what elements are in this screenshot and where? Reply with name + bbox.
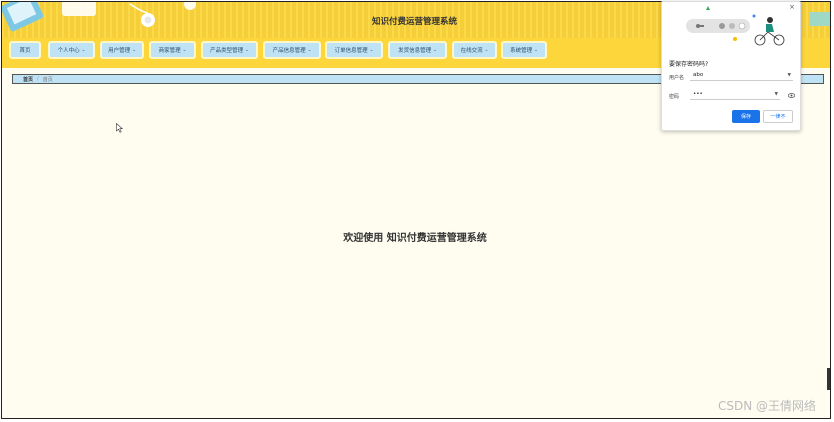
nav-item-merchants[interactable]: 商家管理 ⌄ bbox=[149, 41, 196, 59]
nav-label: 首页 bbox=[19, 48, 31, 54]
breadcrumb-current: 首页 bbox=[42, 76, 53, 83]
nav-item-shipping[interactable]: 发货信息管理 ⌄ bbox=[388, 41, 447, 59]
nav-item-system[interactable]: 系统管理 ⌄ bbox=[501, 41, 547, 59]
show-password-eye-icon[interactable] bbox=[787, 93, 796, 100]
dropdown-arrow-icon[interactable]: ▼ bbox=[788, 73, 791, 78]
nav-label: 商家管理 bbox=[158, 48, 181, 54]
chevron-down-icon: ⌄ bbox=[484, 47, 489, 53]
password-field[interactable]: ••• ▼ bbox=[690, 89, 780, 100]
username-label: 用户名 bbox=[669, 75, 685, 81]
nav-item-users[interactable]: 用户管理 ⌄ bbox=[100, 41, 144, 59]
chevron-down-icon: ⌄ bbox=[534, 47, 538, 53]
chevron-down-icon: ⌄ bbox=[307, 47, 312, 53]
nav-label: 用户管理 bbox=[108, 48, 131, 54]
mouse-pointer-icon bbox=[116, 122, 124, 136]
chevron-down-icon: ⌄ bbox=[245, 47, 249, 53]
watermark: CSDN @王倩网络 bbox=[717, 399, 816, 413]
chevron-down-icon: ⌄ bbox=[132, 47, 136, 53]
dropdown-arrow-icon[interactable]: ▼ bbox=[775, 92, 778, 97]
save-password-dialog: × 要保存密码吗? 用户名 abo ▼ 密码 ••• ▼ 保存 一律不 bbox=[661, 1, 801, 131]
chevron-down-icon: ⌄ bbox=[81, 47, 86, 53]
nav-label: 在线交流 bbox=[460, 48, 483, 54]
nav-item-chat[interactable]: 在线交流 ⌄ bbox=[452, 41, 497, 59]
username-field[interactable]: abo ▼ bbox=[690, 70, 793, 81]
nav-item-product-info[interactable]: 产品信息管理 ⌄ bbox=[263, 41, 321, 59]
nav-label: 产品信息管理 bbox=[272, 48, 306, 54]
nav-label: 产品类型管理 bbox=[210, 48, 244, 54]
nav-item-orders[interactable]: 订单信息管理 ⌄ bbox=[325, 41, 383, 59]
chevron-down-icon: ⌄ bbox=[369, 47, 374, 53]
system-title: 知识付费运营管理系统 bbox=[372, 17, 458, 27]
chevron-down-icon: ⌄ bbox=[433, 47, 437, 53]
nav-label: 系统管理 bbox=[510, 48, 533, 54]
password-value: ••• bbox=[693, 91, 703, 97]
breadcrumb-separator: / bbox=[37, 76, 39, 82]
nav-label: 个人中心 bbox=[57, 48, 80, 54]
username-value: abo bbox=[693, 72, 704, 78]
nav-item-profile[interactable]: 个人中心 ⌄ bbox=[48, 41, 95, 59]
dialog-title: 要保存密码吗? bbox=[669, 61, 709, 68]
desk-decoration-illustration bbox=[2, 2, 196, 32]
welcome-message: 欢迎使用 知识付费运营管理系统 bbox=[343, 233, 487, 244]
save-button[interactable]: 保存 bbox=[732, 110, 760, 123]
never-button[interactable]: 一律不 bbox=[763, 110, 793, 123]
close-icon[interactable]: × bbox=[789, 3, 795, 11]
password-label: 密码 bbox=[669, 94, 680, 100]
breadcrumb-home-link[interactable]: 首页 bbox=[23, 76, 33, 83]
nav-item-home[interactable]: 首页 bbox=[9, 41, 41, 59]
password-illustration bbox=[662, 2, 800, 50]
chevron-down-icon: ⌄ bbox=[182, 47, 187, 53]
scrollbar-indicator[interactable] bbox=[827, 368, 830, 390]
nav-label: 订单信息管理 bbox=[334, 48, 368, 54]
nav-item-product-types[interactable]: 产品类型管理 ⌄ bbox=[201, 41, 258, 59]
nav-label: 发货信息管理 bbox=[398, 48, 432, 54]
